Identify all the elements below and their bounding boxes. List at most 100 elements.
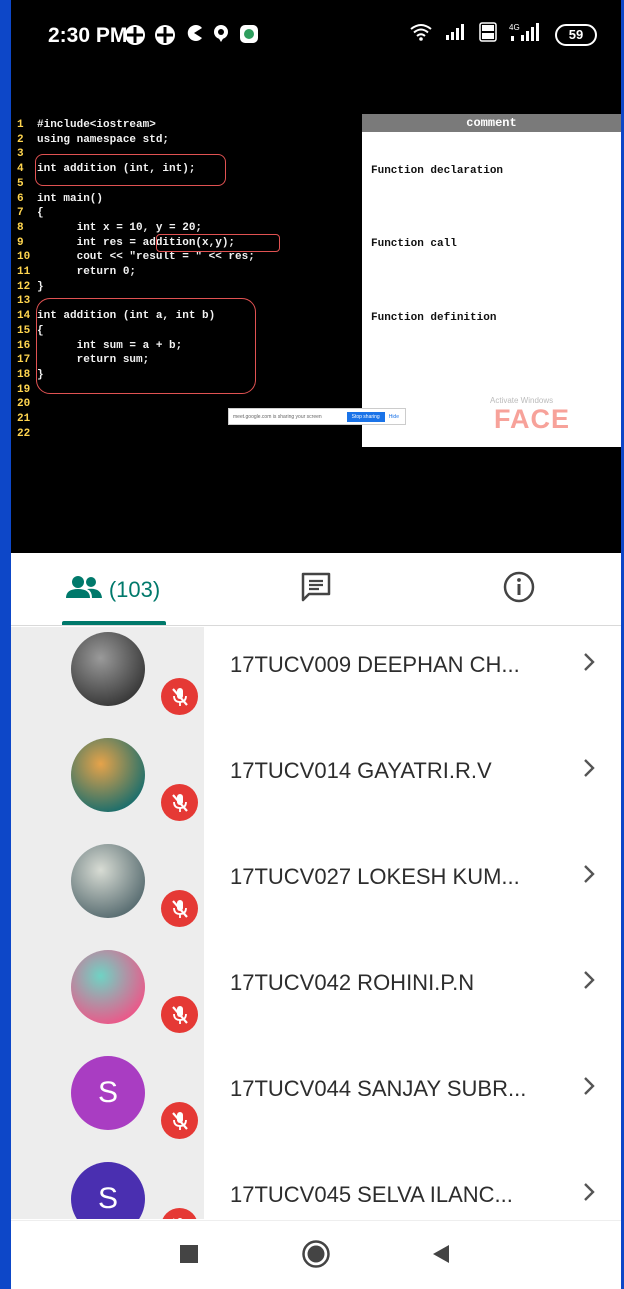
code-line: 6 int main() (11, 192, 361, 207)
mic-off-icon (161, 1208, 198, 1219)
code-line: 10 cout << "result = " << res; (11, 250, 361, 265)
highlight-call (156, 234, 280, 252)
avatar (71, 738, 145, 812)
highlight-declaration (35, 154, 226, 186)
screen-share-bar: meet.google.com is sharing your screen S… (228, 408, 406, 425)
pin-icon (212, 24, 230, 42)
participant-row[interactable]: 17TUCV042 ROHINI.P.N (11, 945, 621, 1051)
battery-icon: 59 (555, 23, 597, 46)
chevron-right-icon[interactable] (582, 863, 596, 890)
mic-off-icon (161, 784, 198, 821)
code-line: 11 return 0; (11, 265, 361, 280)
mic-off-icon (161, 890, 198, 927)
stop-sharing-button[interactable]: Stop sharing (346, 411, 385, 422)
participant-name: 17TUCV042 ROHINI.P.N (230, 970, 475, 995)
volte-icon (479, 22, 497, 47)
line-number: 5 (17, 177, 24, 190)
line-number: 9 (17, 236, 24, 249)
face-logo: FACE (494, 404, 570, 435)
participant-row[interactable]: S 17TUCV044 SANJAY SUBR... (11, 1051, 621, 1157)
back-icon[interactable] (431, 1244, 451, 1269)
code-text: #include<iostream> (37, 119, 156, 131)
shared-screen[interactable]: 1 #include<iostream> 2 using namespace std;… (11, 78, 621, 553)
chevron-right-icon[interactable] (582, 651, 596, 678)
line-number: 4 (17, 163, 24, 176)
participant-row[interactable]: 17TUCV027 LOKESH KUM... (11, 839, 621, 945)
recents-icon[interactable] (179, 1244, 199, 1269)
code-text: int main() (37, 192, 104, 205)
face-logo-text: FACE (494, 404, 571, 434)
comment-function-definition: Function definition (371, 312, 497, 324)
phone-screen: 2:30 PM 4G 59 1 #include<iostream> 2 usi… (11, 0, 621, 1289)
tab-chat[interactable] (214, 553, 417, 626)
participant-list[interactable]: 17TUCV009 DEEPHAN CH... 17TUCV014 GAYATRI… (11, 627, 621, 1219)
line-number: 18 (17, 368, 31, 381)
code-text: cout << "result = " << res; (37, 251, 255, 264)
participant-name: 17TUCV044 SANJAY SUBR... (230, 1076, 527, 1101)
status-time: 2:30 PM (48, 24, 128, 47)
comment-function-declaration: Function declaration (371, 165, 504, 177)
comment-panel: comment Function declaration Function ca… (362, 114, 621, 447)
code-line: 1 #include<iostream> (11, 118, 361, 133)
line-number: 3 (17, 148, 24, 161)
meeting-panel: (103) 17TUCV009 DEEPHAN CH... 17TUCV014 G… (11, 553, 621, 1289)
share-bar-text: meet.google.com is sharing your screen (233, 413, 322, 420)
participant-name: 17TUCV027 LOKESH KUM... (230, 864, 520, 889)
avatar-initial: S (97, 1076, 118, 1109)
participant-name: 17TUCV009 DEEPHAN CH... (230, 652, 520, 677)
line-number: 7 (17, 207, 24, 220)
line-number: 21 (17, 413, 31, 426)
tab-people[interactable]: (103) (11, 553, 214, 626)
line-number: 19 (17, 383, 31, 396)
line-number: 11 (17, 266, 31, 279)
line-number: 6 (17, 192, 24, 205)
chevron-right-icon[interactable] (582, 757, 596, 784)
tab-info[interactable] (417, 553, 621, 626)
signal-icon (445, 23, 467, 46)
participant-row[interactable]: 17TUCV014 GAYATRI.R.V (11, 733, 621, 839)
people-count: (103) (108, 576, 161, 602)
line-number: 8 (17, 221, 24, 234)
info-icon (502, 570, 536, 609)
participant-row[interactable]: S 17TUCV045 SELVA ILANC... (11, 1157, 621, 1219)
pacman-icon (185, 24, 203, 42)
line-number: 13 (17, 295, 31, 308)
avatar (71, 844, 145, 918)
line-number: 17 (17, 354, 31, 367)
svg-text:4G: 4G (509, 23, 520, 32)
hide-button[interactable]: Hide (389, 414, 405, 420)
line-number: 16 (17, 339, 31, 352)
4g-signal-icon: 4G (509, 22, 543, 47)
participant-row[interactable]: 17TUCV009 DEEPHAN CH... (11, 627, 621, 733)
mic-off-icon (161, 996, 198, 1033)
mic-off-icon (161, 678, 198, 715)
mic-off-icon (161, 1102, 198, 1139)
message-icon (239, 24, 259, 44)
home-icon[interactable] (301, 1239, 331, 1274)
chevron-right-icon[interactable] (582, 1075, 596, 1102)
chevron-right-icon[interactable] (582, 1181, 596, 1208)
code-text: return 0; (37, 266, 137, 279)
avatar (71, 950, 145, 1024)
code-text: } (37, 280, 44, 293)
code-line: 7{ (11, 206, 361, 221)
chevron-right-icon[interactable] (582, 969, 596, 996)
line-number: 22 (17, 427, 31, 440)
avatar-initial: S (97, 1182, 118, 1215)
wifi-icon (409, 23, 433, 46)
code-line: 12} (11, 280, 361, 295)
avatar: S (71, 1162, 145, 1219)
comment-function-call: Function call (371, 238, 457, 250)
code-text: { (37, 207, 44, 220)
grid-app-icon (154, 24, 176, 46)
avatar: S (71, 1056, 145, 1130)
status-icons: 4G 59 (409, 22, 597, 47)
participant-name: 17TUCV045 SELVA ILANC... (230, 1182, 513, 1207)
people-icon (65, 575, 103, 604)
line-number: 15 (17, 324, 31, 337)
line-number: 12 (17, 280, 31, 293)
line-number: 14 (17, 310, 31, 323)
line-number: 1 (17, 119, 24, 131)
avatar (71, 632, 145, 706)
code-line: 22 (11, 427, 361, 442)
